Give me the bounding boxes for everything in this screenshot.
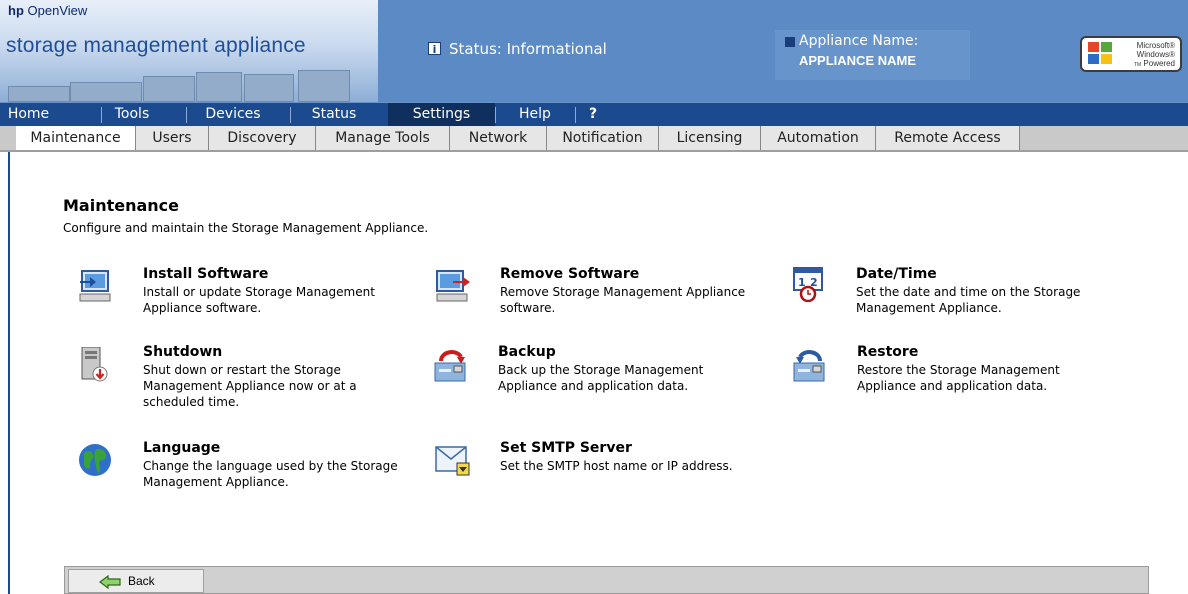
tab-users[interactable]: Users [136,126,209,150]
badge-powered: Powered [1143,59,1175,68]
calendar-clock-icon: 1 2 [793,267,823,302]
appliance-name-value: APPLIANCE NAME [799,53,917,68]
windows-flag-icon [1088,42,1114,66]
nav-home[interactable]: Home [0,103,57,126]
back-arrow-icon [99,575,121,589]
appliance-square-icon [785,37,795,47]
task-title[interactable]: Install Software [143,266,268,282]
info-icon: i [428,42,441,56]
tab-network[interactable]: Network [450,126,547,150]
page-subtitle: Configure and maintain the Storage Manag… [63,221,429,235]
tab-licensing[interactable]: Licensing [659,126,761,150]
badge-tm: TM [1133,62,1142,68]
nav-separator [186,107,187,123]
nav-status[interactable]: Status [294,103,374,126]
openview-text: OpenView [27,3,88,18]
storage-hardware-graphic [8,70,353,102]
badge-line-microsoft: Microsoft® [1136,41,1175,50]
restore-icon [793,350,825,382]
task-title[interactable]: Backup [498,344,556,360]
main-nav: Home Tools Devices Status Settings Help … [0,102,1188,126]
settings-subnav: Maintenance Users Discovery Manage Tools… [0,126,1188,152]
badge-line-powered: TM Powered [1134,59,1175,70]
nav-separator [101,107,102,123]
nav-separator [495,107,496,123]
tab-notification[interactable]: Notification [547,126,659,150]
task-description: Back up the Storage Management Appliance… [498,363,704,393]
footer-bar: Back [64,566,1149,594]
product-logo-panel: hp OpenView storage management appliance [0,0,378,102]
task-description: Set the SMTP host name or IP address. [500,459,733,473]
tab-discovery[interactable]: Discovery [209,126,316,150]
product-title: storage management appliance [6,34,306,57]
tab-remote-access[interactable]: Remote Access [876,126,1020,150]
hp-openview-logo: hp OpenView [8,3,87,18]
shutdown-icon [81,347,108,382]
smtp-envelope-icon [435,446,470,476]
status-indicator: i Status: Informational [428,40,607,58]
remove-software-icon [436,270,470,302]
windows-powered-text: Microsoft® Windows® TM Powered [1134,41,1175,70]
task-description: Change the language used by the Storage … [143,459,398,489]
backup-icon [434,350,466,382]
status-text: Status: Informational [449,40,607,58]
install-software-icon [79,270,111,302]
task-description: Restore the Storage Management Appliance… [857,363,1060,393]
task-title[interactable]: Set SMTP Server [500,440,632,456]
content-left-border [8,152,10,594]
globe-icon [79,444,111,476]
tab-manage-tools[interactable]: Manage Tools [316,126,450,150]
nav-question-icon[interactable]: ? [578,103,608,126]
hp-logo-text: hp [8,3,24,18]
header-banner: hp OpenView storage management appliance… [0,0,1188,102]
tab-automation[interactable]: Automation [761,126,876,150]
task-description: Shut down or restart the Storage Managem… [143,363,357,409]
nav-tools[interactable]: Tools [104,103,160,126]
task-description: Remove Storage Management Appliance soft… [500,285,746,315]
task-title[interactable]: Language [143,440,220,456]
nav-separator [290,107,291,123]
back-button-label: Back [128,574,155,588]
badge-line-windows: Windows® [1136,50,1175,59]
task-title[interactable]: Restore [857,344,918,360]
task-description: Install or update Storage Management App… [143,285,375,315]
nav-devices[interactable]: Devices [190,103,276,126]
task-title[interactable]: Shutdown [143,344,222,360]
nav-separator [575,107,576,123]
windows-powered-badge: Microsoft® Windows® TM Powered [1080,36,1182,72]
appliance-name-box: Appliance Name: APPLIANCE NAME [775,30,970,80]
page-title: Maintenance [63,196,180,215]
task-description: Set the date and time on the Storage Man… [856,285,1081,315]
back-button[interactable]: Back [68,569,204,593]
nav-settings[interactable]: Settings [388,103,495,126]
appliance-name-label: Appliance Name: [799,33,919,49]
nav-help[interactable]: Help [497,103,573,126]
task-title[interactable]: Remove Software [500,266,639,282]
tab-maintenance[interactable]: Maintenance [16,126,136,150]
task-title[interactable]: Date/Time [856,266,937,282]
